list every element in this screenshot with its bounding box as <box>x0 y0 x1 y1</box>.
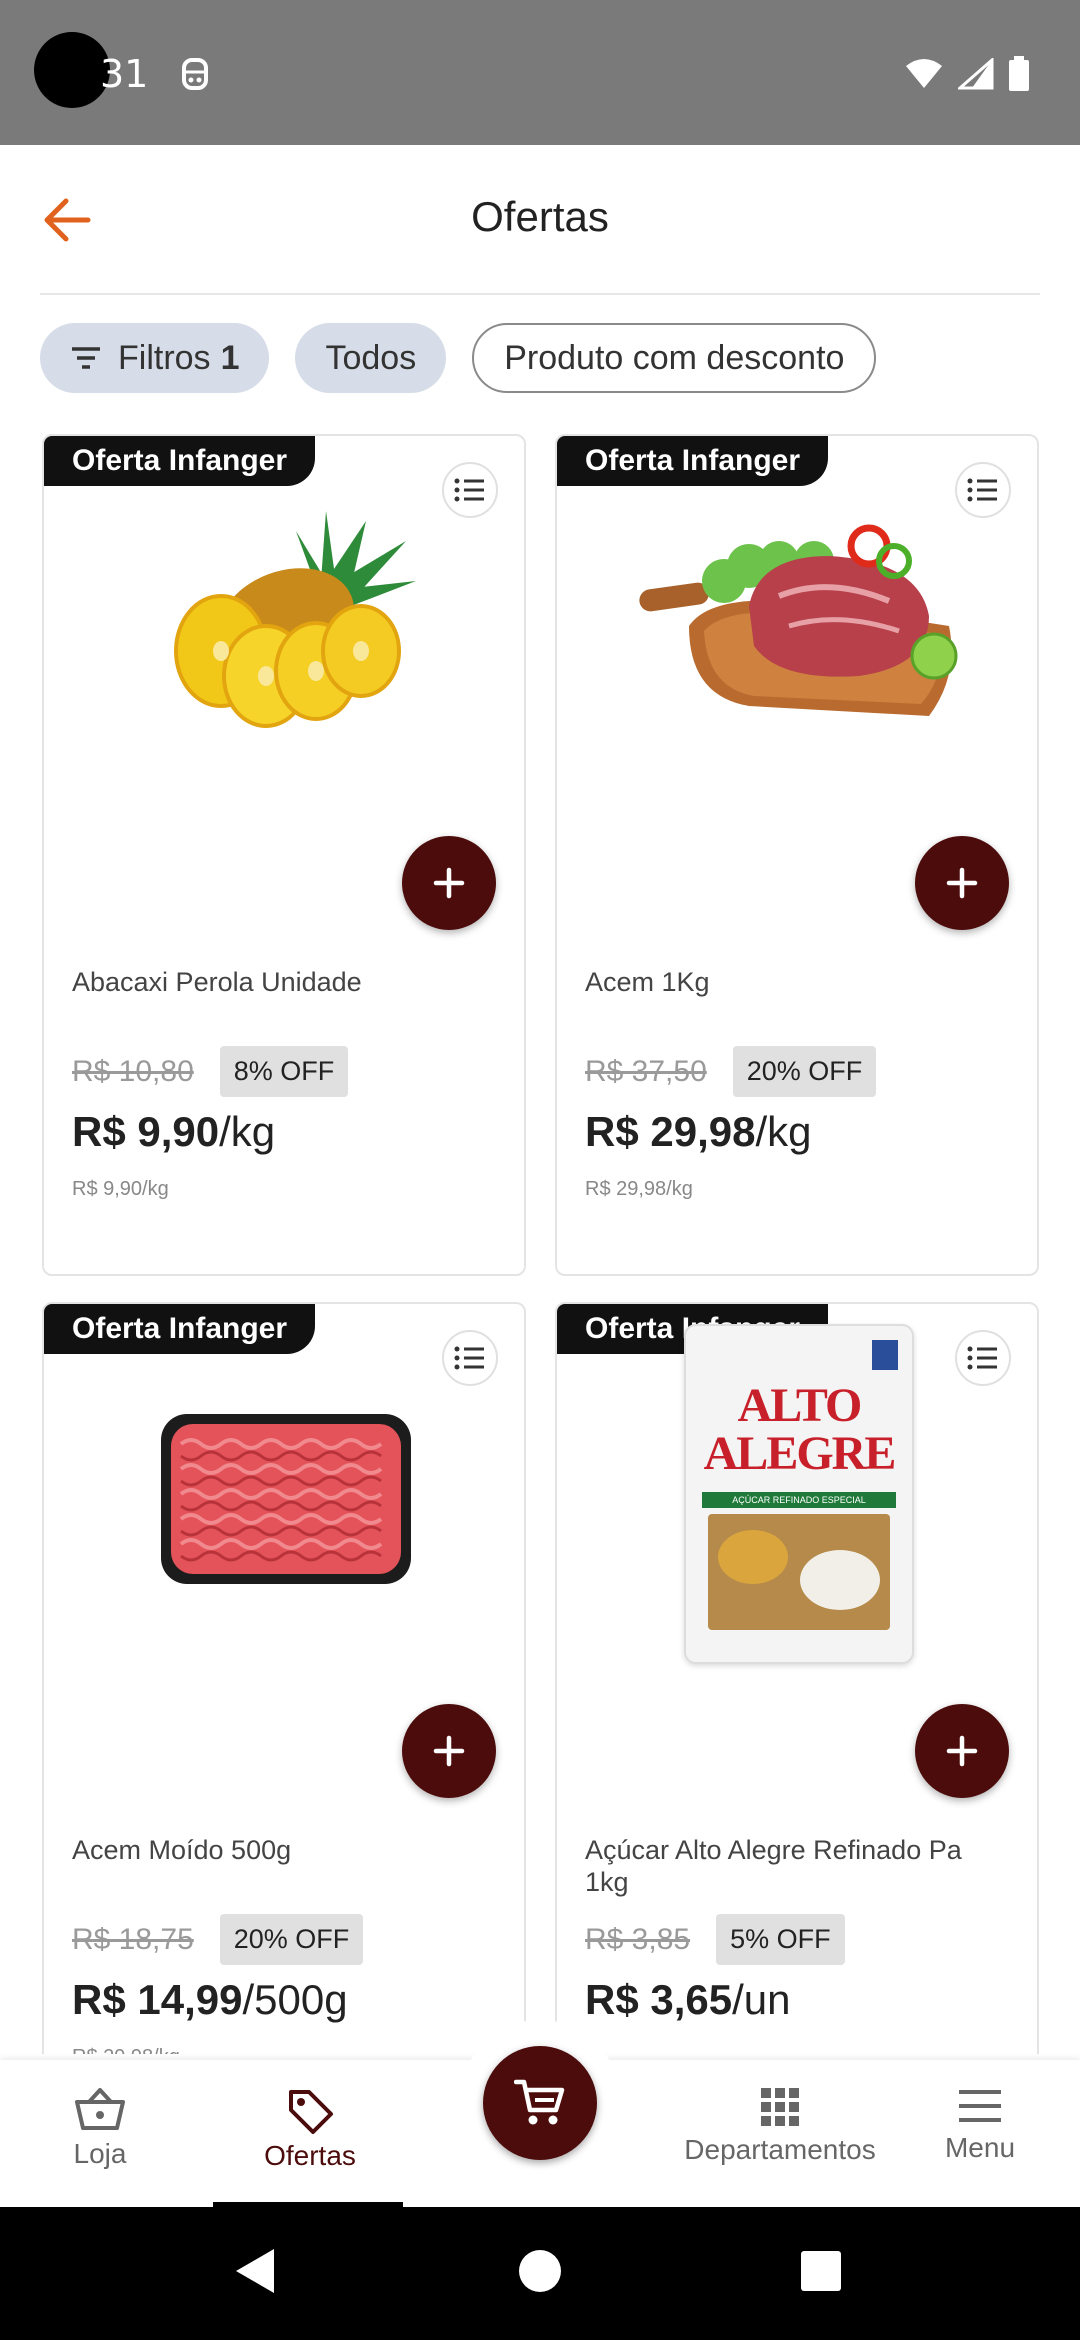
status-time: 31 <box>100 52 149 96</box>
product-grid: Oferta Infanger Abacaxi Perola Unidade R… <box>42 434 1040 2054</box>
unit-price: R$ 9,90/kg <box>72 1178 169 1200</box>
status-bar: 31 <box>0 0 1080 145</box>
product-image-ground-beef[interactable] <box>94 1344 478 1644</box>
package-subtitle: AÇÚCAR REFINADO ESPECIAL <box>702 1492 896 1508</box>
sugar-package: ALTO ALEGRE AÇÚCAR REFINADO ESPECIAL <box>684 1324 914 1664</box>
cart-button[interactable] <box>483 2046 597 2160</box>
unit-price: R$ 29,98/kg <box>72 2046 180 2054</box>
current-price: R$ 29,98/kg <box>585 1108 812 1156</box>
grid-icon <box>761 2088 799 2126</box>
system-icons <box>904 56 1030 97</box>
discount-badge: 5% OFF <box>716 1914 845 1965</box>
price-value: R$ 9,90 <box>72 1108 220 1155</box>
battery-icon <box>1008 56 1030 97</box>
old-price: R$ 18,75 <box>72 1922 194 1956</box>
menu-icon <box>959 2090 1001 2122</box>
triangle-back-icon <box>236 2249 274 2293</box>
price-unit: /kg <box>755 1108 812 1155</box>
nav-label: Loja <box>73 2138 127 2169</box>
nav-label: Ofertas <box>264 2140 356 2171</box>
old-price: R$ 3,85 <box>585 1922 691 1956</box>
basket-icon <box>75 2088 125 2130</box>
unit-price: R$ 29,98/kg <box>585 1178 693 1200</box>
discount-badge: 20% OFF <box>219 1914 364 1965</box>
discount-chip[interactable]: Produto com desconto <box>472 323 877 393</box>
add-to-cart-button[interactable] <box>915 836 1009 930</box>
circle-home-icon <box>519 2250 561 2292</box>
current-price: R$ 3,65/un <box>585 1976 791 2024</box>
current-price: R$ 9,90/kg <box>72 1108 275 1156</box>
package-brand: ALTO ALEGRE <box>703 1379 897 1480</box>
header-divider <box>40 293 1040 295</box>
discount-badge: 8% OFF <box>219 1046 349 1097</box>
signal-icon <box>956 56 994 95</box>
current-price: R$ 14,99/500g <box>72 1976 348 2024</box>
discount-chip-label: Produto com desconto <box>504 338 845 377</box>
page-title: Ofertas <box>471 193 609 240</box>
nav-item-ofertas[interactable]: Ofertas <box>240 2086 380 2172</box>
plus-icon <box>433 1735 465 1767</box>
filter-icon <box>72 347 100 369</box>
product-card[interactable]: Oferta Infanger Abacaxi Perola Unidade R… <box>42 434 526 1276</box>
price-unit: /500g <box>242 1976 348 2023</box>
nav-item-loja[interactable]: Loja <box>50 2086 150 2170</box>
price-unit: /un <box>732 1976 791 2023</box>
price-value: R$ 3,65 <box>585 1976 733 2023</box>
product-image-pineapple[interactable] <box>94 476 478 776</box>
all-chip-label: Todos <box>325 338 417 377</box>
product-image-beef[interactable] <box>607 476 991 776</box>
old-price: R$ 10,80 <box>72 1054 194 1088</box>
product-name: Açúcar Alto Alegre Refinado Pa 1kg <box>585 1835 962 1897</box>
price-row: R$ 10,80 8% OFF <box>72 1046 349 1097</box>
filter-chips: Filtros 1 Todos Produto com desconto <box>40 323 877 393</box>
square-recents-icon <box>801 2251 841 2291</box>
filters-count: 1 <box>220 338 240 377</box>
product-card[interactable]: Oferta Infanger ALTO ALEGRE AÇÚCAR REFIN… <box>555 1302 1039 2054</box>
nav-item-departamentos[interactable]: Departamentos <box>680 2086 880 2166</box>
nav-item-menu[interactable]: Menu <box>930 2086 1030 2164</box>
product-name: Acem Moído 500g <box>72 1835 292 1865</box>
product-image-sugar[interactable]: ALTO ALEGRE AÇÚCAR REFINADO ESPECIAL <box>607 1324 991 1664</box>
all-chip[interactable]: Todos <box>295 323 447 393</box>
package-photo <box>708 1514 890 1630</box>
product-card[interactable]: Oferta Infanger Acem Moído 500g R$ 18,75… <box>42 1302 526 2054</box>
price-unit: /kg <box>219 1108 276 1155</box>
iso-badge <box>872 1340 898 1370</box>
price-value: R$ 29,98 <box>585 1108 756 1155</box>
filters-chip-label: Filtros <box>118 338 211 377</box>
system-navigation-bar <box>0 2207 1080 2340</box>
plus-icon <box>433 867 465 899</box>
plus-icon <box>946 1735 978 1767</box>
product-name: Acem 1Kg <box>585 967 710 997</box>
add-to-cart-button[interactable] <box>915 1704 1009 1798</box>
plus-icon <box>946 867 978 899</box>
system-recents-button[interactable] <box>799 2247 843 2300</box>
nav-label: Menu <box>944 2132 1016 2163</box>
add-to-cart-button[interactable] <box>402 836 496 930</box>
tag-icon <box>289 2090 333 2134</box>
app-header: Ofertas <box>0 145 1080 295</box>
product-name: Abacaxi Perola Unidade <box>72 967 362 997</box>
price-value: R$ 14,99 <box>72 1976 243 2023</box>
old-price: R$ 37,50 <box>585 1054 707 1088</box>
cart-icon <box>514 2079 565 2125</box>
system-home-button[interactable] <box>518 2247 562 2300</box>
price-row: R$ 18,75 20% OFF <box>72 1914 364 1965</box>
filters-chip[interactable]: Filtros 1 <box>40 323 270 393</box>
product-card[interactable]: Oferta Infanger Acem 1Kg R$ 37,50 20% OF… <box>555 434 1039 1276</box>
price-row: R$ 37,50 20% OFF <box>585 1046 877 1097</box>
camera-cutout <box>34 32 110 108</box>
system-back-button[interactable] <box>234 2247 276 2300</box>
wifi-icon <box>904 58 944 95</box>
price-row: R$ 3,85 5% OFF <box>585 1914 845 1965</box>
notification-icon <box>180 56 210 97</box>
nav-label: Departamentos <box>684 2134 876 2165</box>
add-to-cart-button[interactable] <box>402 1704 496 1798</box>
discount-badge: 20% OFF <box>732 1046 877 1097</box>
